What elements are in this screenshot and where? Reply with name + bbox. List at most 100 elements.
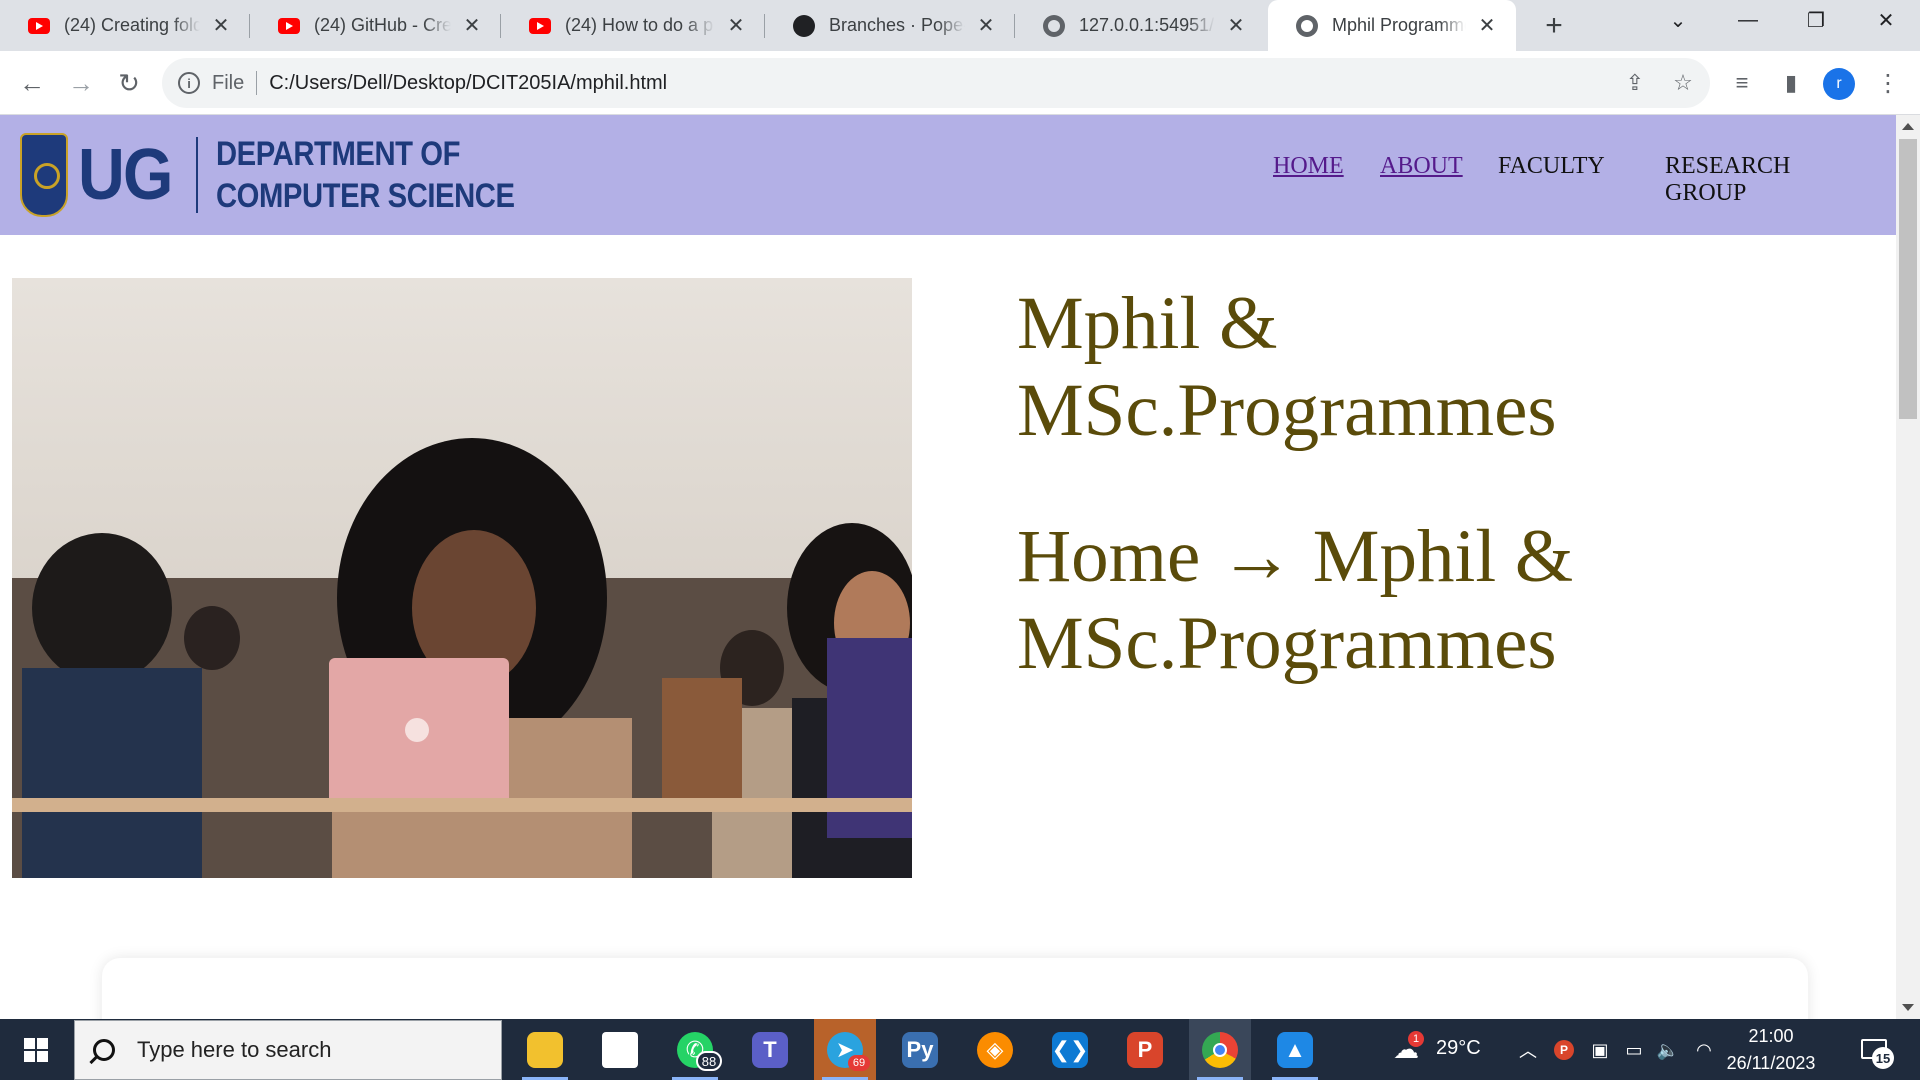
chrome-app[interactable] — [1189, 1019, 1251, 1080]
logo-line-2: COMPUTER SCIENCE — [216, 177, 515, 215]
tab-strip: (24) Creating folde ✕ (24) GitHub - Crea… — [0, 0, 1920, 51]
show-hidden-icons-chevron-up-icon[interactable]: ︿ — [1516, 1039, 1540, 1061]
new-tab-button[interactable]: + — [1536, 8, 1572, 44]
address-url[interactable]: C:/Users/Dell/Desktop/DCIT205IA/mphil.ht… — [269, 72, 667, 95]
address-bar[interactable]: i File C:/Users/Dell/Desktop/DCIT205IA/m… — [162, 58, 1710, 108]
shield-icon: ◈ — [977, 1031, 1013, 1068]
close-tab-icon[interactable]: ✕ — [725, 15, 747, 37]
folder-icon — [527, 1031, 563, 1068]
weather-badge: 1 — [1408, 1031, 1424, 1047]
browser-tab[interactable]: Branches · Pope-Re ✕ — [765, 0, 1015, 51]
brave-app[interactable]: ◈ — [964, 1019, 1026, 1080]
weather-temperature[interactable]: 29°C — [1436, 1037, 1481, 1060]
tab-search-icon[interactable]: ⌄ — [1648, 0, 1708, 40]
python-icon: Py — [902, 1031, 938, 1068]
telegram-app[interactable]: ➤ 69 — [814, 1019, 876, 1080]
photos-app[interactable]: ▲ — [1264, 1019, 1326, 1080]
close-window-button[interactable]: ✕ — [1856, 0, 1916, 40]
whatsapp-app[interactable]: ✆ 88 — [664, 1019, 726, 1080]
tab-title: Branches · Pope-Re — [829, 15, 965, 35]
taskbar-search-box[interactable]: Type here to search — [74, 1020, 502, 1080]
youtube-icon — [278, 15, 300, 37]
vscode-app[interactable]: ❮❯ — [1039, 1019, 1101, 1080]
close-tab-icon[interactable]: ✕ — [210, 15, 232, 37]
whatsapp-badge: 88 — [696, 1051, 722, 1071]
start-button[interactable] — [0, 1019, 72, 1080]
menu-icon[interactable]: ⋮ — [1868, 63, 1908, 103]
clock-date: 26/11/2023 — [1726, 1053, 1816, 1073]
browser-tab[interactable]: (24) GitHub - Creat ✕ — [250, 0, 501, 51]
browser-tab[interactable]: (24) Creating folde ✕ — [0, 0, 250, 51]
breadcrumb-line-1: Home → Mphil & — [1017, 515, 1574, 598]
psiphon-tray-icon[interactable]: P — [1552, 1039, 1576, 1061]
restore-button[interactable]: ❐ — [1786, 0, 1846, 40]
globe-icon — [1296, 14, 1318, 37]
battery-icon[interactable]: ▭ — [1622, 1039, 1646, 1061]
search-icon — [93, 1039, 115, 1061]
site-header: UG DEPARTMENT OF COMPUTER SCIENCE HOME A… — [0, 115, 1896, 235]
meet-now-icon[interactable]: ▣ — [1588, 1039, 1612, 1061]
close-tab-icon[interactable]: ✕ — [461, 15, 483, 37]
breadcrumb-line-2: MSc.Programmes — [1017, 602, 1557, 685]
wifi-icon[interactable]: ◠ — [1692, 1039, 1716, 1061]
scrollbar-thumb[interactable] — [1899, 139, 1917, 419]
file-explorer-app[interactable] — [514, 1019, 576, 1080]
back-button[interactable]: ← — [12, 63, 52, 103]
content-card — [102, 958, 1808, 1019]
reading-list-icon[interactable]: ≡ — [1722, 63, 1762, 103]
tab-title: (24) Creating folde — [64, 15, 200, 35]
globe-icon — [1043, 14, 1065, 37]
close-tab-icon[interactable]: ✕ — [975, 15, 997, 37]
page-title-line-1: Mphil & — [1017, 282, 1278, 365]
logo-line-1: DEPARTMENT OF — [216, 135, 461, 173]
notification-center-button[interactable]: 15 — [1858, 1033, 1894, 1069]
close-tab-icon[interactable]: ✕ — [1225, 15, 1247, 37]
github-icon — [793, 14, 815, 37]
p-letter-icon: P — [1127, 1031, 1163, 1068]
ug-crest-icon — [20, 133, 68, 217]
page-viewport: UG DEPARTMENT OF COMPUTER SCIENCE HOME A… — [0, 115, 1896, 1019]
notification-count: 15 — [1872, 1047, 1894, 1069]
page-scrollbar[interactable] — [1896, 115, 1920, 1019]
vscode-icon: ❮❯ — [1052, 1031, 1088, 1068]
tab-title: (24) How to do a p — [565, 15, 714, 35]
bookmark-star-icon[interactable]: ☆ — [1670, 70, 1696, 96]
volume-icon[interactable]: 🔈 — [1656, 1039, 1680, 1061]
site-info-icon[interactable]: i — [178, 72, 200, 94]
nav-research-line-1: RESEARCH — [1665, 153, 1791, 179]
share-icon[interactable]: ⇪ — [1622, 70, 1648, 96]
students-classroom-image — [12, 278, 912, 878]
nav-research-line-2: GROUP — [1665, 180, 1747, 206]
browser-tab[interactable]: 127.0.0.1:54951/?c ✕ — [1015, 0, 1265, 51]
clock-time: 21:00 — [1748, 1026, 1794, 1046]
logo-ug-text: UG — [78, 135, 173, 215]
nav-research-group-link[interactable]: RESEARCH GROUP — [1665, 153, 1790, 207]
nav-about-link[interactable]: ABOUT — [1380, 153, 1463, 180]
scroll-down-icon[interactable] — [1902, 1004, 1914, 1011]
psiphon-app[interactable]: P — [1114, 1019, 1176, 1080]
scroll-up-icon[interactable] — [1902, 123, 1914, 130]
teams-app[interactable]: T — [739, 1019, 801, 1080]
taskbar-clock[interactable]: 21:00 26/11/2023 — [1716, 1023, 1826, 1077]
browser-tab[interactable]: (24) How to do a p ✕ — [501, 0, 765, 51]
address-scheme: File — [212, 71, 245, 94]
telegram-badge: 69 — [848, 1055, 870, 1071]
python-app[interactable]: Py — [889, 1019, 951, 1080]
nav-home-link[interactable]: HOME — [1273, 153, 1344, 180]
browser-tab-active[interactable]: Mphil Programme ✕ — [1268, 0, 1516, 51]
photos-icon: ▲ — [1277, 1031, 1313, 1068]
breadcrumb: Home → Mphil & MSc.Programmes — [1017, 513, 1837, 687]
nav-faculty-link[interactable]: FACULTY — [1498, 153, 1605, 180]
forward-button[interactable]: → — [61, 63, 101, 103]
store-app[interactable] — [589, 1019, 651, 1080]
profile-avatar[interactable]: r — [1823, 68, 1855, 100]
side-panel-icon[interactable]: ▮ — [1771, 63, 1811, 103]
tab-title: Mphil Programme — [1332, 15, 1466, 35]
tab-title: 127.0.0.1:54951/?c — [1079, 15, 1215, 35]
windows-logo-icon — [24, 1037, 48, 1062]
ug-logo[interactable]: UG DEPARTMENT OF COMPUTER SCIENCE — [20, 133, 563, 217]
page-title: Mphil & MSc.Programmes — [1017, 280, 1837, 454]
close-tab-icon[interactable]: ✕ — [1476, 15, 1498, 37]
minimize-button[interactable]: — — [1718, 0, 1778, 40]
reload-button[interactable]: ↻ — [109, 63, 149, 103]
